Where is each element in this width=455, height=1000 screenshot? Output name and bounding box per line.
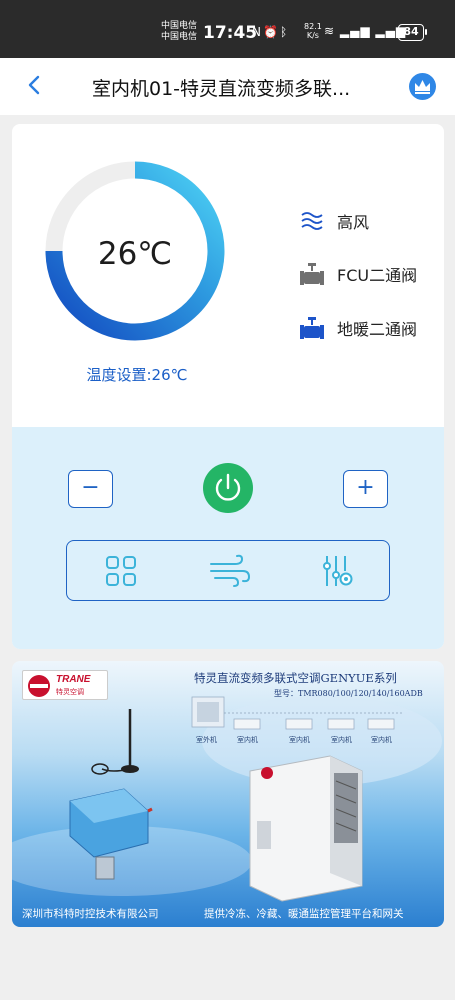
wifi-icon: ≋ (324, 24, 336, 38)
carrier-2: 中国电信 (161, 32, 198, 42)
net-speed-value: 82.1 (304, 22, 322, 31)
unit-label: 室内机 (331, 736, 352, 744)
fan-speed-icon (210, 554, 251, 587)
signal-5g-icon: ▂▄▆ (339, 24, 371, 38)
mode-bar (66, 540, 390, 601)
valve-icon (300, 317, 324, 339)
increase-temp-button[interactable]: + (343, 470, 388, 508)
company-slogan: 提供冷冻、冷藏、暖通监控管理平台和网关 (204, 908, 404, 920)
page-title: 室内机01-特灵直流变频多联... (92, 78, 351, 100)
nfc-icon: N (252, 25, 263, 39)
fan-speed-label: 高风 (337, 213, 370, 232)
signal-icons: ≋ ▂▄▆ ▂▄▆ (324, 24, 406, 38)
power-icon (215, 473, 241, 501)
unit-label: 室外机 (196, 736, 217, 744)
brand-name: TRANE (56, 674, 91, 685)
net-speed-unit: K/s (306, 31, 319, 40)
control-panel: − + (12, 427, 444, 649)
mode-button[interactable] (103, 553, 139, 589)
grid-icon (106, 556, 136, 586)
company-name: 深圳市科特时控技术有限公司 (22, 908, 159, 920)
carrier-1: 中国电信 (161, 21, 198, 31)
wind-icon (301, 212, 323, 230)
promo-banner[interactable]: TRANE 特灵空调 特灵直流变频多联式空调GENYUE系列 型号：TMR080… (12, 661, 444, 927)
status-fcu-valve: FCU二通阀 (299, 259, 417, 289)
unit-label: 室内机 (289, 736, 310, 744)
battery-indicator: 84 (398, 24, 427, 41)
banner-illustration (12, 696, 442, 902)
decrease-temp-button[interactable]: − (68, 470, 113, 508)
banner-title: 特灵直流变频多联式空调GENYUE系列 (194, 671, 397, 685)
network-speed: 82.1 K/s (304, 22, 322, 40)
device-card: 26℃ 温度设置:26℃ 高风 FCU二通阀 地暖二通阀 − + (12, 124, 444, 649)
floor-heating-valve-label: 地暖二通阀 (337, 320, 418, 339)
app-header: 室内机01-特灵直流变频多联... (0, 58, 455, 115)
brand-subtitle: 特灵空调 (56, 688, 84, 696)
crown-icon (415, 80, 430, 94)
power-button[interactable] (203, 463, 253, 513)
temperature-setting: 温度设置:26℃ (86, 366, 188, 384)
bluetooth-icon: ᛒ (279, 25, 290, 39)
carrier-info: 中国电信 中国电信 (161, 21, 197, 43)
unit-label: 室内机 (371, 736, 392, 744)
valve-icon (300, 263, 324, 285)
trane-logo-icon (28, 675, 50, 697)
settings-sliders-icon (323, 556, 353, 586)
unit-label: 室内机 (237, 736, 258, 744)
status-icons: N⏰ᛒ (252, 25, 289, 39)
current-temperature: 26℃ (97, 236, 173, 272)
vip-button[interactable] (409, 73, 436, 100)
brand-logo: TRANE 特灵空调 (22, 670, 108, 700)
back-button[interactable] (22, 72, 48, 98)
settings-button[interactable] (319, 553, 355, 589)
status-floor-heating-valve: 地暖二通阀 (299, 313, 417, 343)
clock: 17:45 (203, 23, 258, 43)
status-fan-speed: 高风 (299, 206, 369, 236)
status-bar: 中国电信 中国电信 17:45 N⏰ᛒ 82.1 K/s ≋ ▂▄▆ ▂▄▆ 8… (0, 0, 455, 58)
fcu-valve-label: FCU二通阀 (337, 266, 418, 285)
fan-speed-button[interactable] (209, 553, 251, 589)
alarm-icon: ⏰ (262, 25, 280, 39)
banner-model: 型号：TMR080/100/120/140/160ADB (274, 689, 423, 698)
chevron-left-icon (28, 75, 40, 95)
